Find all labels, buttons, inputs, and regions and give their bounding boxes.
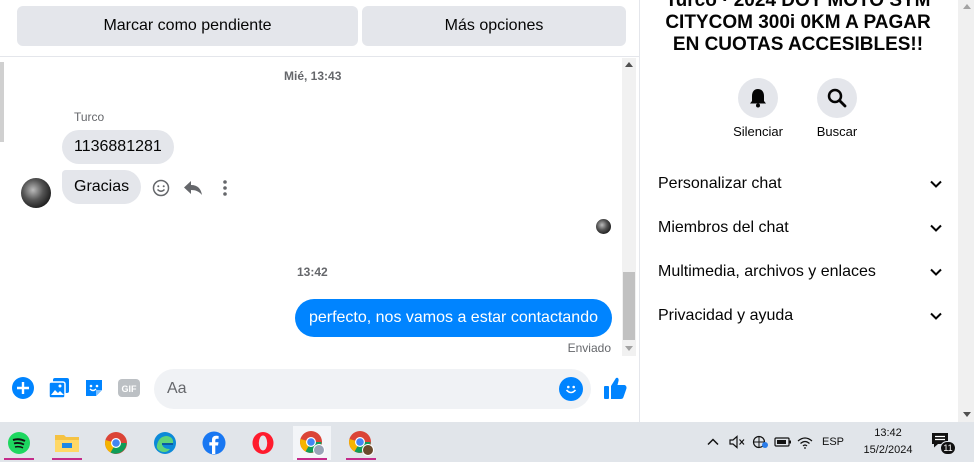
clock[interactable]: 13:42 15/2/2024 [858, 425, 918, 459]
scroll-up-arrow-icon[interactable] [625, 62, 633, 67]
scroll-up-arrow-icon[interactable] [963, 4, 971, 9]
speaker-muted-icon[interactable] [726, 435, 748, 449]
composer-bar: GIF [0, 362, 640, 418]
taskbar-indicator [346, 458, 376, 460]
message-list: Mié, 13:43 Turco 1136881281 Gracias 13:4… [8, 58, 622, 358]
screen: Marcar como pendiente Más opciones Mié, … [0, 0, 974, 462]
chrome-profile-app-icon[interactable] [293, 426, 331, 460]
section-customize-chat[interactable]: Personalizar chat [658, 169, 942, 199]
chevron-down-icon [930, 312, 942, 320]
section-label: Multimedia, archivos y enlaces [658, 263, 876, 280]
left-scroll-edge [0, 62, 4, 142]
chevron-down-icon [930, 180, 942, 188]
read-receipt-avatar [596, 219, 611, 234]
chevron-down-icon [930, 224, 942, 232]
conversation-title: Turco · 2024 DOY MOTO SYM CITYCOM 300i 0… [665, 0, 931, 55]
file-explorer-icon[interactable] [48, 426, 86, 460]
chat-window: Marcar como pendiente Más opciones Mié, … [0, 0, 640, 422]
system-tray: ESP [704, 422, 844, 462]
incoming-message-bubble[interactable]: Gracias [62, 170, 142, 204]
scroll-down-arrow-icon[interactable] [963, 412, 971, 417]
bell-icon [750, 89, 766, 108]
chrome-profile-2-app-icon[interactable] [342, 426, 380, 460]
chat-top-actions: Marcar como pendiente Más opciones [0, 0, 640, 57]
section-label: Miembros del chat [658, 219, 789, 236]
edge-app-icon[interactable] [146, 426, 184, 460]
chevron-down-icon [930, 268, 942, 276]
sticker-icon[interactable] [82, 376, 106, 400]
thumbs-up-icon[interactable] [602, 375, 628, 406]
chevron-up-icon[interactable] [704, 438, 722, 446]
more-options-button[interactable]: Más opciones [362, 6, 626, 46]
message-timestamp: Mié, 13:43 [284, 69, 342, 83]
section-media-files-links[interactable]: Multimedia, archivos y enlaces [658, 257, 942, 287]
incoming-message-bubble[interactable]: 1136881281 [62, 130, 174, 164]
svg-text:GIF: GIF [122, 384, 138, 394]
message-hover-actions [151, 178, 235, 198]
section-chat-members[interactable]: Miembros del chat [658, 213, 942, 243]
facebook-app-icon[interactable] [195, 426, 233, 460]
clock-time: 13:42 [874, 427, 902, 439]
mute-button[interactable] [738, 78, 778, 118]
photo-gallery-icon[interactable] [47, 376, 71, 400]
more-dots-icon[interactable] [215, 178, 235, 198]
scroll-down-arrow-icon[interactable] [625, 346, 633, 351]
clock-date: 15/2/2024 [863, 444, 913, 456]
gif-icon[interactable]: GIF [117, 376, 141, 400]
chat-scrollbar[interactable] [622, 58, 636, 356]
scrollbar-thumb[interactable] [623, 272, 635, 340]
mark-pending-button[interactable]: Marcar como pendiente [17, 6, 358, 46]
search-label: Buscar [816, 124, 858, 139]
emoji-icon[interactable] [559, 377, 583, 401]
message-input[interactable] [154, 369, 591, 409]
notification-center-icon[interactable]: 11 [930, 431, 956, 455]
page-scrollbar[interactable] [958, 0, 974, 422]
section-privacy-help[interactable]: Privacidad y ayuda [658, 301, 942, 331]
chrome-app-icon[interactable] [97, 426, 135, 460]
battery-icon[interactable] [772, 436, 794, 448]
outgoing-message-bubble[interactable]: perfecto, nos vamos a estar contactando [294, 299, 612, 337]
section-label: Personalizar chat [658, 175, 782, 192]
mute-label: Silenciar [733, 124, 783, 139]
search-button[interactable] [817, 78, 857, 118]
opera-app-icon[interactable] [244, 426, 282, 460]
spotify-app-icon[interactable] [0, 426, 38, 460]
contact-avatar[interactable] [21, 178, 51, 208]
search-icon [827, 88, 847, 108]
react-emoji-icon[interactable] [151, 178, 171, 198]
windows-taskbar: ESP 13:42 15/2/2024 11 [0, 422, 974, 462]
message-timestamp: 13:42 [297, 265, 328, 279]
add-plus-icon[interactable] [11, 376, 35, 400]
taskbar-indicator [297, 458, 327, 460]
network-status-icon[interactable] [748, 435, 772, 449]
taskbar-indicator [52, 458, 82, 460]
section-label: Privacidad y ayuda [658, 307, 794, 324]
reply-icon[interactable] [183, 178, 203, 198]
sender-name: Turco [74, 110, 105, 124]
chat-info-panel: Turco · 2024 DOY MOTO SYM CITYCOM 300i 0… [640, 0, 958, 422]
message-status: Enviado [567, 341, 611, 355]
notification-badge: 11 [940, 441, 956, 455]
wifi-icon[interactable] [794, 436, 816, 449]
language-indicator[interactable]: ESP [822, 436, 844, 448]
taskbar-indicator [4, 458, 34, 460]
